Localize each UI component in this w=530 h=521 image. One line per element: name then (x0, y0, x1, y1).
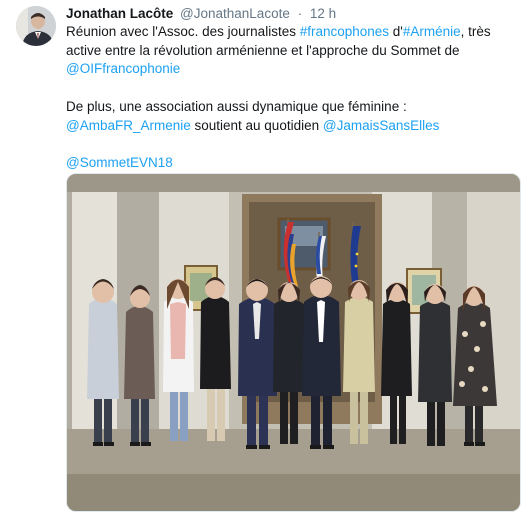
hashtag-francophones[interactable]: #francophones (300, 24, 389, 39)
timestamp[interactable]: 12 h (310, 6, 336, 21)
author-handle[interactable]: @JonathanLacote (180, 6, 290, 21)
mention-jamaissanselles[interactable]: @JamaisSansElles (323, 118, 440, 133)
text-run: soutient au quotidien (190, 117, 323, 133)
mention-sommetevn18[interactable]: @SommetEVN18 (66, 155, 173, 170)
hashtag-armenie[interactable]: #Arménie (403, 24, 461, 39)
tweet-text: Réunion avec l'Assoc. des journalistes #… (66, 23, 521, 173)
tweet-photo[interactable] (66, 173, 521, 512)
tweet: Jonathan Lacôte @JonathanLacote · 12 h R… (0, 0, 530, 521)
text-run: d' (389, 24, 403, 39)
paragraph-2: De plus, une association aussi dynamique… (66, 98, 521, 135)
mention-oiffrancophonie[interactable]: @OIFfrancophonie (66, 61, 180, 76)
group-photo-image (67, 174, 520, 511)
author-name[interactable]: Jonathan Lacôte (66, 6, 173, 21)
avatar[interactable] (16, 6, 56, 46)
avatar-image (16, 6, 56, 46)
paragraph-3: @SommetEVN18 (66, 154, 521, 173)
paragraph-1: Réunion avec l'Assoc. des journalistes #… (66, 23, 521, 79)
mention-ambafr-armenie[interactable]: @AmbaFR_Armenie (66, 118, 191, 133)
tweet-header: Jonathan Lacôte @JonathanLacote · 12 h (66, 6, 336, 22)
text-run: Réunion avec l'Assoc. des journalistes (66, 24, 300, 39)
text-run: De plus, une association aussi dynamique… (66, 98, 407, 114)
separator: · (297, 6, 303, 21)
